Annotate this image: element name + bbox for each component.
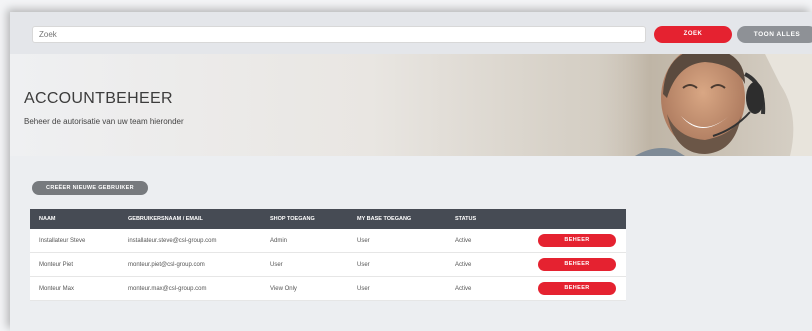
user-status: Active	[455, 262, 472, 268]
user-name: Installateur Steve	[39, 238, 86, 244]
search-input[interactable]	[32, 26, 646, 43]
show-all-button[interactable]: TOON ALLES	[737, 26, 812, 43]
page-title: ACCOUNTBEHEER	[24, 90, 173, 107]
shop-access: View Only	[270, 286, 297, 292]
mybase-access: User	[357, 286, 370, 292]
column-header-email: GEBRUIKERSNAAM / EMAIL	[128, 216, 203, 222]
create-user-button[interactable]: CREËER NIEUWE GEBRUIKER	[32, 181, 148, 195]
users-table: NAAM GEBRUIKERSNAAM / EMAIL SHOP TOEGANG…	[30, 209, 626, 301]
manage-button[interactable]: BEHEER	[538, 234, 616, 247]
mybase-access: User	[357, 262, 370, 268]
search-button[interactable]: ZOEK	[654, 26, 732, 43]
table-row: Installateur Steve installateur.steve@cs…	[30, 229, 626, 253]
mybase-access: User	[357, 238, 370, 244]
column-header-name: NAAM	[39, 216, 56, 222]
user-email: monteur.piet@csl-group.com	[128, 262, 205, 268]
hero-banner: ACCOUNTBEHEER Beheer de autorisatie van …	[10, 54, 812, 156]
user-name: Monteur Max	[39, 286, 75, 292]
table-row: Monteur Max monteur.max@csl-group.com Vi…	[30, 277, 626, 301]
user-status: Active	[455, 286, 472, 292]
manage-button[interactable]: BEHEER	[538, 258, 616, 271]
column-header-mybase: MY BASE TOEGANG	[357, 216, 412, 222]
shop-access: User	[270, 262, 283, 268]
table-header: NAAM GEBRUIKERSNAAM / EMAIL SHOP TOEGANG…	[30, 209, 626, 229]
table-row: Monteur Piet monteur.piet@csl-group.com …	[30, 253, 626, 277]
page-subtitle: Beheer de autorisatie van uw team hieron…	[24, 117, 184, 126]
column-header-shop: SHOP TOEGANG	[270, 216, 315, 222]
support-agent-photo	[595, 54, 812, 156]
user-name: Monteur Piet	[39, 262, 74, 268]
user-status: Active	[455, 238, 472, 244]
column-header-status: STATUS	[455, 216, 477, 222]
user-email: installateur.steve@csl-group.com	[128, 238, 217, 244]
manage-button[interactable]: BEHEER	[538, 282, 616, 295]
app-window: ZOEK TOON ALLES ACCOUNTBEHEER Beheer de …	[10, 12, 812, 331]
user-email: monteur.max@csl-group.com	[128, 286, 207, 292]
search-bar: ZOEK TOON ALLES	[10, 12, 812, 54]
shop-access: Admin	[270, 238, 288, 244]
